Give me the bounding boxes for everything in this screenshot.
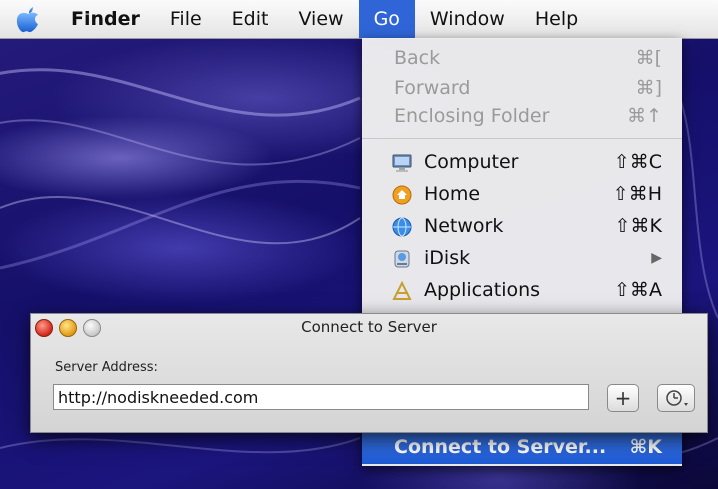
menu-item-back[interactable]: Back ⌘[ [362, 43, 682, 74]
menu-separator [362, 138, 682, 139]
menu-item-shortcut: ⌘K [629, 436, 662, 458]
submenu-arrow-icon: ▶ [651, 250, 662, 266]
menu-item-idisk[interactable]: iDisk ▶ [362, 243, 682, 274]
menu-item-forward[interactable]: Forward ⌘] [362, 73, 682, 104]
menu-item-network[interactable]: Network ⇧⌘K [362, 211, 682, 242]
apple-logo-icon[interactable] [14, 4, 42, 34]
dialog-titlebar[interactable]: Connect to Server [31, 314, 707, 340]
menu-item-label: Home [424, 183, 481, 205]
recent-servers-button[interactable] [657, 384, 695, 412]
server-address-label: Server Address: [55, 360, 158, 375]
menu-item-label: Back [394, 47, 441, 69]
menu-item-applications[interactable]: Applications ⇧⌘A [362, 275, 682, 306]
menu-item-shortcut: ⌘↑ [627, 105, 662, 127]
idisk-icon [394, 250, 410, 268]
menu-edit[interactable]: Edit [217, 0, 284, 38]
menu-item-label: Computer [424, 151, 519, 173]
server-address-input[interactable] [53, 384, 589, 410]
computer-icon [392, 154, 412, 172]
connect-to-server-dialog: Connect to Server Server Address: + [30, 313, 708, 433]
menu-item-shortcut: ⇧⌘H [612, 183, 662, 205]
menu-item-label: Network [424, 215, 504, 237]
menu-item-label: Enclosing Folder [394, 105, 550, 127]
menu-file[interactable]: File [155, 0, 217, 38]
home-icon [392, 185, 412, 205]
network-globe-icon [392, 217, 412, 237]
menu-help[interactable]: Help [520, 0, 593, 38]
menu-item-shortcut: ⇧⌘C [613, 151, 662, 173]
menu-view[interactable]: View [283, 0, 358, 38]
menu-item-shortcut: ⌘[ [635, 47, 662, 69]
dialog-title: Connect to Server [301, 318, 437, 336]
menu-item-shortcut: ⌘] [635, 77, 662, 99]
menu-window[interactable]: Window [415, 0, 520, 38]
menu-item-shortcut: ⇧⌘K [614, 215, 662, 237]
menu-go[interactable]: Go [358, 0, 415, 38]
menu-bar: Finder File Edit View Go Window Help [0, 0, 718, 39]
menu-item-shortcut: ⇧⌘A [614, 279, 662, 301]
menu-item-connect-to-server[interactable]: Connect to Server... ⌘K [362, 430, 682, 464]
menu-item-label: Applications [424, 279, 541, 301]
clock-dropdown-icon [666, 390, 688, 406]
menu-item-home[interactable]: Home ⇧⌘H [362, 179, 682, 210]
add-favorite-button[interactable]: + [607, 384, 639, 412]
menu-item-computer[interactable]: Computer ⇧⌘C [362, 147, 682, 178]
menu-finder[interactable]: Finder [56, 0, 155, 38]
menu-item-label: Forward [394, 77, 471, 99]
applications-icon [392, 281, 412, 300]
menu-item-label: Connect to Server... [394, 436, 607, 458]
menu-item-label: iDisk [424, 247, 471, 269]
menu-item-enclosing-folder[interactable]: Enclosing Folder ⌘↑ [362, 101, 682, 132]
